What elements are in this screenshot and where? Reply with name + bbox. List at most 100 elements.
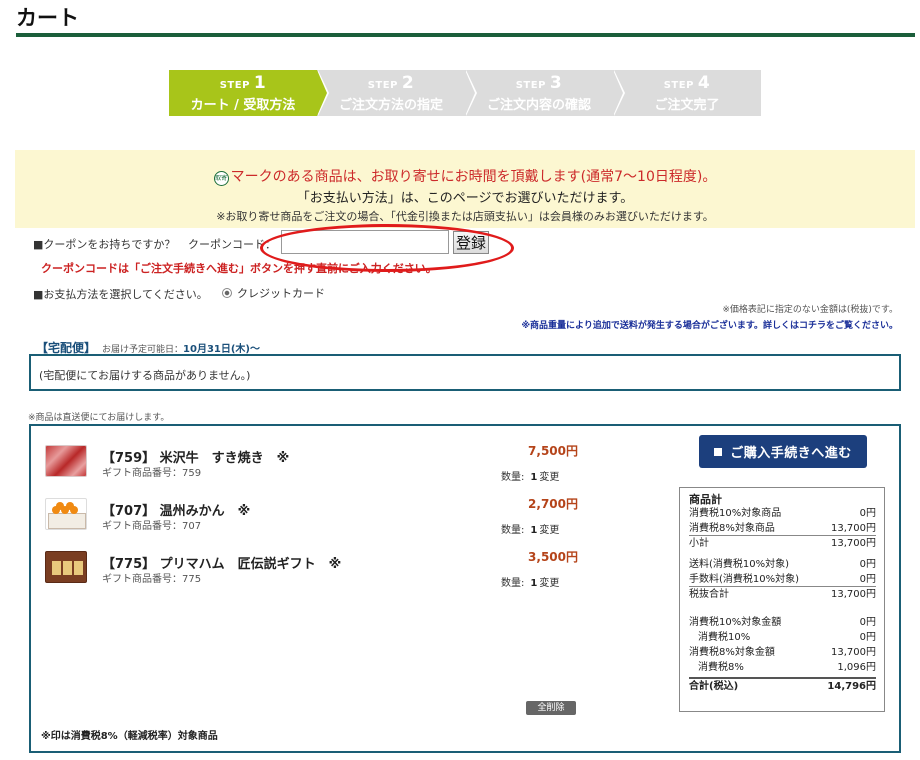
summary-value: 0円 (859, 508, 876, 519)
summary-row: 消費税10% 0円 (689, 630, 876, 645)
summary-row: 手数料(消費税10%対象) 0円 (689, 572, 876, 587)
item-price: 2,700円 (528, 497, 578, 511)
takuhaibin-box: (宅配便にてお届けする商品がありません。) (29, 354, 901, 391)
summary-value: 1,096円 (837, 662, 876, 673)
coupon-register-button[interactable]: 登録 (453, 231, 489, 254)
summary-value: 13,700円 (831, 647, 876, 658)
summary-value: 0円 (859, 632, 876, 643)
step-label: ご注文内容の確認 (486, 98, 591, 113)
summary-value: 14,796円 (827, 681, 876, 692)
reduced-tax-footnote: ※印は消費税8%（軽減税率）対象商品 (41, 731, 218, 742)
summary-key: 消費税10% (698, 632, 751, 643)
notice-line-3: ※お取り寄せ商品をご注文の場合、「代金引換または店頭支払い」は会員様のみお選びい… (216, 210, 714, 223)
step-progress: STEP 1 カート / 受取方法 STEP 2 ご注文方法の指定 STEP 3… (169, 70, 761, 116)
summary-row: 税抜合計 13,700円 (689, 587, 876, 602)
summary-row: 送料(消費税10%対象) 0円 (689, 557, 876, 572)
summary-value: 13,700円 (831, 589, 876, 600)
order-notice: 取寄 マークのある商品は、お取り寄せにお時間を頂戴します(通常7～10日程度)。 … (15, 150, 915, 228)
title-rule (16, 33, 915, 37)
ham-image (45, 551, 87, 583)
otoriyose-mark-icon: 取寄 (213, 171, 229, 186)
mikan-image (45, 498, 87, 530)
summary-value: 0円 (859, 559, 876, 570)
step-prefix: STEP (219, 80, 250, 91)
quantity-change-link[interactable]: 変更 (539, 578, 559, 589)
notice-line-2: 「お支払い方法」は、このページでお選びいただけます。 (296, 191, 634, 206)
quantity-label: 数量: (501, 525, 525, 536)
item-code: ギフト商品番号：707 (102, 521, 202, 532)
step-4: STEP 4 ご注文完了 (613, 70, 761, 116)
summary-key: 消費税10%対象金額 (689, 617, 782, 628)
step-number: 1 (253, 73, 267, 93)
summary-key: 税抜合計 (689, 589, 729, 600)
page-title: カート (16, 6, 79, 30)
coupon-code-label: クーポンコード： (188, 238, 276, 251)
takuhaibin-empty-text: (宅配便にてお届けする商品がありません。) (39, 369, 251, 382)
summary-total-row: 合計(税込) 14,796円 (689, 677, 876, 692)
cart-items-box: 【759】 米沢牛 すき焼き ※ ギフト商品番号：759 7,500円 数量: 1… (29, 424, 901, 753)
summary-row: 消費税8%対象商品 13,700円 (689, 521, 876, 536)
step-2: STEP 2 ご注文方法の指定 (317, 70, 477, 116)
summary-key: 消費税8%対象商品 (689, 523, 775, 534)
payment-option-credit-card[interactable]: クレジットカード (222, 285, 325, 301)
step-number: 4 (697, 73, 711, 93)
radio-selected-icon[interactable] (222, 288, 232, 298)
quantity-change-link[interactable]: 変更 (539, 525, 559, 536)
summary-key: 消費税10%対象商品 (689, 508, 782, 519)
summary-key: 合計(税込) (689, 681, 739, 692)
step-3: STEP 3 ご注文内容の確認 (465, 70, 625, 116)
quantity-label: 数量: (501, 578, 525, 589)
summary-key: 手数料(消費税10%対象) (689, 574, 800, 585)
payment-method-label: ■お支払方法を選択してください。 (33, 288, 208, 301)
summary-key: 消費税8%対象金額 (689, 647, 775, 658)
quantity-change-link[interactable]: 変更 (539, 472, 559, 483)
quantity-value: 1 (530, 472, 538, 483)
step-1: STEP 1 カート / 受取方法 (169, 70, 329, 116)
summary-title: 商品計 (689, 493, 722, 506)
summary-row: 消費税10%対象金額 0円 (689, 615, 876, 630)
order-summary: 商品計 消費税10%対象商品 0円 消費税8%対象商品 13,700円 小計 13,7… (679, 487, 885, 712)
summary-value: 0円 (859, 617, 876, 628)
item-quantity: 数量: 1 変更 (501, 574, 559, 589)
summary-key: 送料(消費税10%対象) (689, 559, 790, 570)
item-price: 7,500円 (528, 444, 578, 458)
square-icon (714, 448, 723, 456)
proceed-to-checkout-button[interactable]: ご購入手続きへ進む (699, 435, 867, 468)
shipping-note-link[interactable]: ※商品重量により追加で送料が発生する場合がございます。詳しくはコチラをご覧くださ… (521, 318, 898, 331)
step-prefix: STEP (663, 80, 694, 91)
cart-item: 【759】 米沢牛 すき焼き ※ ギフト商品番号：759 7,500円 数量: 1… (45, 444, 585, 485)
summary-key: 小計 (689, 538, 709, 549)
quantity-value: 1 (530, 525, 538, 536)
coupon-code-input[interactable] (281, 230, 449, 254)
step-prefix: STEP (515, 80, 546, 91)
cart-item: 【707】 温州みかん ※ ギフト商品番号：707 2,700円 数量: 1 変更 (45, 497, 585, 538)
item-quantity: 数量: 1 変更 (501, 521, 559, 536)
summary-row: 消費税8%対象金額 13,700円 (689, 645, 876, 660)
step-prefix: STEP (367, 80, 398, 91)
coupon-warning: クーポンコードは「ご注文手続きへ進む」ボタンを押す直前にご入力ください。 (41, 262, 437, 275)
step-label: ご注文方法の指定 (338, 98, 443, 113)
takuhaibin-title: 【宅配便】 (36, 341, 97, 355)
quantity-value: 1 (530, 578, 538, 589)
step-number: 3 (549, 73, 563, 93)
tax-note: ※価格表記に指定のない金額は(税抜)です。 (722, 305, 898, 315)
beef-image (45, 445, 87, 477)
payment-option-label: クレジットカード (237, 287, 325, 300)
direct-delivery-note: ※商品は直送便にてお届けします。 (28, 413, 170, 423)
quantity-label: 数量: (501, 472, 525, 483)
coupon-question: ■クーポンをお持ちですか？ (33, 238, 176, 251)
summary-value: 13,700円 (831, 523, 876, 534)
item-quantity: 数量: 1 変更 (501, 468, 559, 483)
cart-item: 【775】 プリマハム 匠伝説ギフト ※ ギフト商品番号：775 3,500円 … (45, 550, 585, 591)
summary-key: 消費税8% (698, 662, 744, 673)
step-label: カート / 受取方法 (190, 98, 296, 113)
step-label: ご注文完了 (654, 98, 720, 113)
step-number: 2 (401, 73, 415, 93)
summary-value: 13,700円 (831, 538, 876, 549)
item-code: ギフト商品番号：775 (102, 574, 202, 585)
proceed-button-label: ご購入手続きへ進む (730, 446, 852, 461)
delete-all-button[interactable]: 全削除 (526, 701, 576, 715)
summary-row: 消費税10%対象商品 0円 (689, 506, 876, 521)
item-price: 3,500円 (528, 550, 578, 564)
summary-value: 0円 (859, 574, 876, 585)
